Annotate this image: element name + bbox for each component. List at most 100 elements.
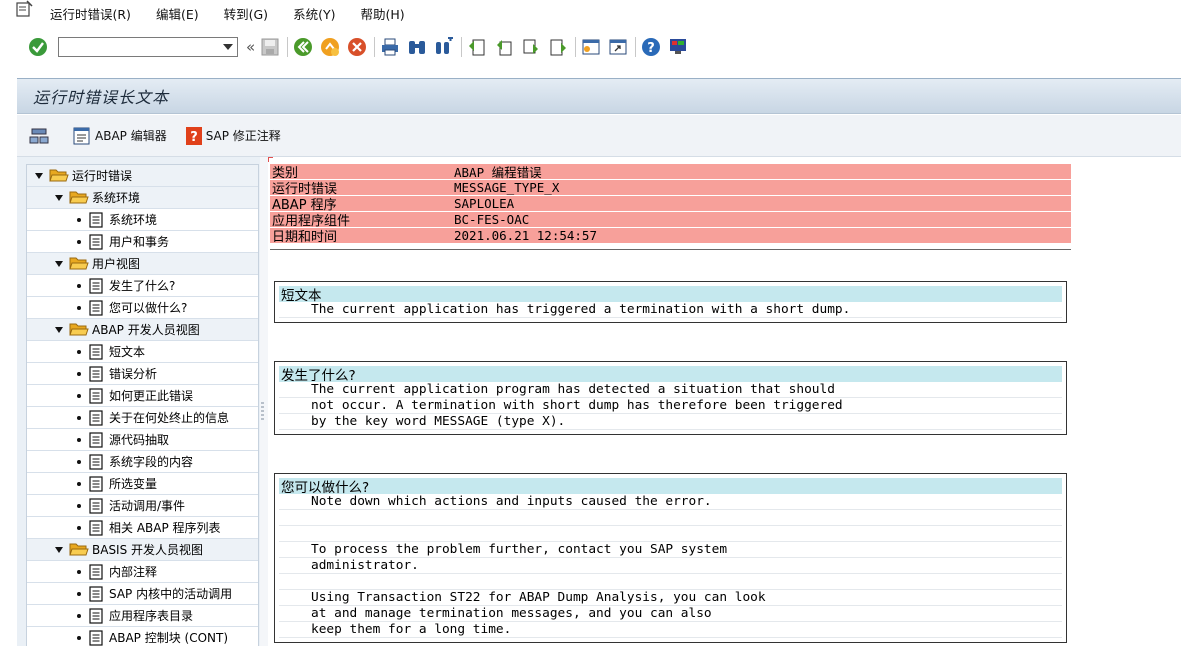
shortcut-icon[interactable]	[607, 36, 629, 58]
expand-triangle-icon[interactable]	[55, 194, 63, 201]
menu-system[interactable]: 系统(Y)	[293, 4, 335, 23]
tree-node-label: 系统字段的内容	[109, 455, 194, 469]
command-input[interactable]	[59, 38, 219, 56]
tree-folder-node[interactable]: 系统环境	[27, 187, 258, 209]
bullet-icon	[77, 393, 81, 398]
tree-doc-node[interactable]: 系统字段的内容	[27, 451, 258, 473]
tree-doc-node[interactable]: 发生了什么?	[27, 275, 258, 297]
bullet-icon	[77, 415, 81, 420]
section-what-happened: 发生了什么? The current application program h…	[274, 361, 1067, 435]
tree-doc-node[interactable]: 内部注释	[27, 561, 258, 583]
tree-doc-node[interactable]: SAP 内核中的活动调用	[27, 583, 258, 605]
next-page-icon[interactable]	[520, 36, 542, 58]
section-line: keep them for a long time.	[279, 622, 1062, 638]
section-title: 短文本	[279, 286, 1062, 304]
tree-node-label: ABAP 控制块 (CONT)	[109, 631, 229, 645]
section-line: The current application has triggered a …	[279, 302, 1062, 318]
tree-doc-node[interactable]: 系统环境	[27, 209, 258, 231]
tree-doc-node[interactable]: 短文本	[27, 341, 258, 363]
help-icon[interactable]: ?	[640, 36, 662, 58]
error-header-block: 类别 ABAP 编程错误 运行时错误 MESSAGE_TYPE_X ABAP 程…	[270, 164, 1071, 245]
bullet-icon	[77, 613, 81, 618]
find-icon[interactable]	[406, 36, 428, 58]
bullet-icon	[77, 217, 81, 222]
menu-help[interactable]: 帮助(H)	[360, 4, 404, 23]
section-line: Using Transaction ST22 for ABAP Dump Ana…	[279, 590, 1062, 606]
section-line: administrator.	[279, 558, 1062, 574]
header-row-date-time: 日期和时间 2021.06.21 12:54:57	[270, 228, 1071, 245]
tree-folder-node[interactable]: 用户视图	[27, 253, 258, 275]
menu-goto[interactable]: 转到(G)	[224, 4, 268, 23]
document-icon	[89, 233, 103, 250]
bullet-icon	[77, 349, 81, 354]
sap-menu-icon[interactable]	[14, 0, 34, 18]
header-key: 日期和时间	[272, 230, 338, 245]
expand-triangle-icon[interactable]	[55, 260, 63, 267]
tree-doc-node[interactable]: 源代码抽取	[27, 429, 258, 451]
document-icon	[89, 431, 103, 448]
tree-doc-node[interactable]: 活动调用/事件	[27, 495, 258, 517]
expand-triangle-icon[interactable]	[55, 326, 63, 333]
header-value: MESSAGE_TYPE_X	[454, 180, 560, 195]
folder-open-icon	[69, 543, 89, 556]
tree-node-label: 系统环境	[109, 213, 158, 227]
tree-doc-node[interactable]: 相关 ABAP 程序列表	[27, 517, 258, 539]
back-icon[interactable]	[292, 36, 314, 58]
section-line	[279, 526, 1062, 542]
find-next-icon[interactable]	[433, 36, 455, 58]
save-icon[interactable]	[259, 36, 281, 58]
print-icon[interactable]	[379, 36, 401, 58]
tree-folder-node[interactable]: ABAP 开发人员视图	[27, 319, 258, 341]
tree-folder-node[interactable]: 运行时错误	[27, 165, 258, 187]
tree-doc-node[interactable]: 您可以做什么?	[27, 297, 258, 319]
section-title: 发生了什么?	[279, 366, 1062, 384]
tree-doc-node[interactable]: 所选变量	[27, 473, 258, 495]
splitter-grip[interactable]	[261, 402, 264, 422]
previous-page-icon[interactable]	[493, 36, 515, 58]
sap-correction-notes-button[interactable]: ? SAP 修正注释	[185, 126, 281, 146]
tree-doc-node[interactable]: 用户和事务	[27, 231, 258, 253]
tree-doc-node[interactable]: 应用程序表目录	[27, 605, 258, 627]
bullet-icon	[77, 591, 81, 596]
command-field[interactable]	[58, 37, 238, 57]
tree-toggle-button[interactable]	[29, 126, 54, 146]
bullet-icon	[77, 459, 81, 464]
toolbar-separator	[575, 37, 577, 57]
title-bar: 运行时错误长文本	[17, 78, 1181, 114]
document-icon	[89, 585, 103, 602]
last-page-icon[interactable]	[547, 36, 569, 58]
sap-correction-notes-label: SAP 修正注释	[205, 129, 281, 143]
expand-triangle-icon[interactable]	[55, 546, 63, 553]
header-value: BC-FES-OAC	[454, 212, 530, 227]
menu-runtime-error[interactable]: 运行时错误(R)	[50, 4, 131, 23]
bullet-icon	[77, 371, 81, 376]
abap-editor-button[interactable]: ABAP 编辑器	[72, 126, 167, 146]
toolbar-separator	[635, 37, 637, 57]
enter-check-icon[interactable]	[27, 36, 49, 58]
collapse-command-icon[interactable]: «	[246, 39, 255, 55]
command-dropdown-icon[interactable]	[219, 38, 237, 56]
menu-edit[interactable]: 编辑(E)	[156, 4, 199, 23]
create-session-icon[interactable]	[580, 36, 602, 58]
tree-doc-node[interactable]: 关于在何处终止的信息	[27, 407, 258, 429]
panel-splitter[interactable]	[260, 157, 268, 646]
application-toolbar: ABAP 编辑器 ? SAP 修正注释	[17, 115, 1181, 157]
tree-doc-node[interactable]: ABAP 控制块 (CONT)	[27, 627, 258, 646]
tree-folder-node[interactable]: BASIS 开发人员视图	[27, 539, 258, 561]
exit-icon[interactable]	[319, 36, 341, 58]
standard-toolbar: « ?	[0, 30, 1181, 64]
layout-icon[interactable]	[667, 36, 689, 58]
document-icon	[89, 453, 103, 470]
tree-structure-icon	[29, 128, 49, 143]
tree-doc-node[interactable]: 错误分析	[27, 363, 258, 385]
first-page-icon[interactable]	[466, 36, 488, 58]
document-icon	[89, 475, 103, 492]
cancel-icon[interactable]	[346, 36, 368, 58]
document-icon	[89, 497, 103, 514]
navigation-panel: 运行时错误 系统环境 系统环境 用户和事务 用户视图 发生了什么? 您可以做什么? ABAP …	[17, 157, 260, 646]
expand-triangle-icon[interactable]	[35, 172, 43, 179]
tree-doc-node[interactable]: 如何更正此错误	[27, 385, 258, 407]
document-icon	[89, 299, 103, 316]
tree-node-label: 如何更正此错误	[109, 389, 194, 403]
section-line	[279, 510, 1062, 526]
